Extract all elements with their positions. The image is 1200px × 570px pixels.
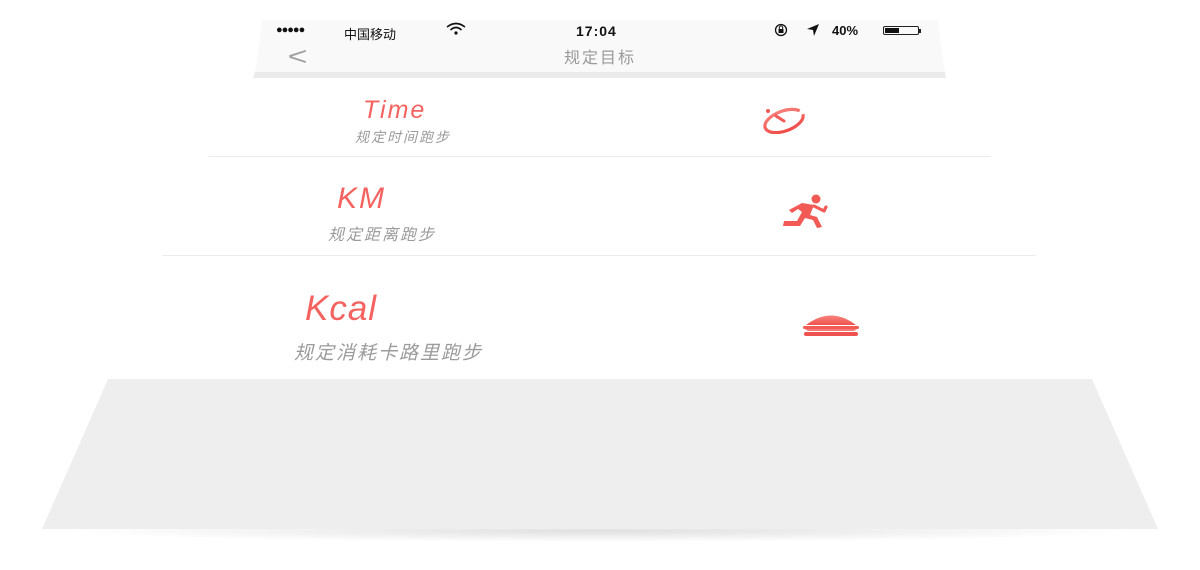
clock-time: 17:04	[576, 23, 617, 39]
goal-row-calories[interactable]	[108, 256, 1092, 379]
empty-background	[42, 379, 1158, 529]
row-divider	[208, 156, 991, 157]
stopwatch-icon[interactable]	[760, 106, 808, 139]
carrier-name: 中国移动	[344, 27, 397, 42]
battery-icon	[883, 26, 919, 35]
goal-title-calories: Kcal	[305, 289, 378, 328]
page-title: 规定目标	[563, 50, 637, 67]
phone-screen-perspective: ●●●●● 中国移动 17:04 40% < 规定目标 Time 规定时间跑步	[0, 0, 1200, 570]
battery-tip	[919, 29, 921, 33]
goal-subtitle-calories: 规定消耗卡路里跑步	[294, 343, 484, 364]
row-divider	[162, 255, 1036, 256]
wifi-icon	[446, 22, 466, 39]
goal-row-time[interactable]	[209, 78, 990, 156]
signal-strength-icon: ●●●●●	[276, 24, 305, 36]
rotation-lock-icon	[773, 23, 789, 40]
goal-title-distance: KM	[337, 182, 386, 215]
goal-subtitle-time: 规定时间跑步	[355, 129, 451, 145]
goal-title-time: Time	[363, 96, 427, 124]
runner-icon[interactable]	[780, 193, 832, 234]
nav-separator	[253, 72, 946, 78]
location-arrow-icon	[806, 23, 820, 40]
goal-row-distance[interactable]	[163, 157, 1035, 255]
battery-level	[885, 28, 899, 33]
chevron-left-icon[interactable]: <	[288, 41, 308, 72]
burger-icon[interactable]	[800, 312, 862, 341]
goal-subtitle-distance: 规定距离跑步	[328, 227, 437, 244]
battery-percent: 40%	[832, 23, 859, 38]
